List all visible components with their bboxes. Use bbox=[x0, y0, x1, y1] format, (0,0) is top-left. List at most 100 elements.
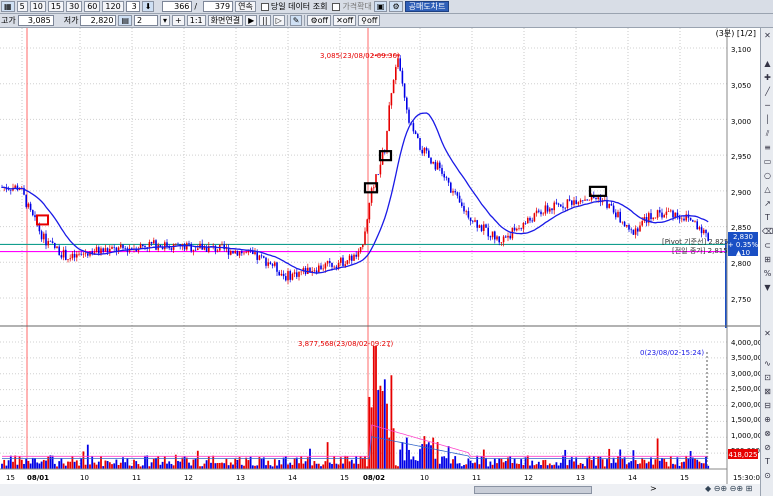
candle-body bbox=[564, 207, 566, 209]
scroll-up-icon[interactable]: ▲ bbox=[762, 58, 773, 69]
horizontal-line-icon[interactable]: ─ bbox=[762, 100, 773, 111]
candle-body bbox=[278, 271, 280, 276]
candle-body bbox=[540, 211, 542, 215]
stock-chart[interactable]: (3분) [1/2] 3,100 3,050 3,000 2,950 2,900… bbox=[0, 28, 760, 484]
volume-bar bbox=[291, 464, 294, 469]
toggle-off-button-3[interactable]: ⚲off bbox=[358, 15, 381, 26]
save-icon[interactable]: ▣ bbox=[373, 1, 388, 12]
volume-bar bbox=[179, 461, 182, 469]
volume-bar bbox=[410, 459, 413, 469]
tool-icon[interactable]: ⊙ bbox=[762, 470, 773, 481]
tool-icon[interactable]: ⊡ bbox=[762, 372, 773, 383]
eraser-icon[interactable]: ⌫ bbox=[762, 226, 773, 237]
rectangle-icon[interactable]: ▭ bbox=[762, 156, 773, 167]
volume-bar bbox=[216, 462, 219, 469]
candle-body bbox=[298, 271, 300, 277]
zoom-controls-icon[interactable]: ◆ ⊖⊕ ⊖⊕ ⊞ bbox=[705, 484, 752, 493]
step-button[interactable]: ▷ bbox=[272, 15, 285, 26]
period-select-icon[interactable]: ▦ bbox=[1, 1, 15, 12]
circle-icon[interactable]: ○ bbox=[762, 170, 773, 181]
volume-bar bbox=[58, 461, 61, 469]
candle-body bbox=[612, 205, 615, 213]
volume-bar bbox=[256, 465, 259, 469]
volume-bar bbox=[245, 457, 248, 469]
text-tool-icon[interactable]: T bbox=[762, 456, 773, 467]
wave-icon[interactable]: ∿ bbox=[762, 358, 773, 369]
today-data-checkbox[interactable] bbox=[260, 2, 269, 11]
horizontal-scrollbar[interactable] bbox=[474, 486, 592, 494]
split-select[interactable]: 2 bbox=[134, 15, 159, 26]
candle-body bbox=[403, 83, 406, 98]
toggle-off-button-2[interactable]: ✕off bbox=[333, 15, 357, 26]
candle-body bbox=[300, 271, 302, 273]
volume-bar bbox=[42, 459, 45, 469]
tool-icon[interactable]: ⊘ bbox=[762, 442, 773, 453]
continuous-button[interactable]: 연속 bbox=[235, 1, 256, 12]
settings-icon[interactable]: ⚙ bbox=[389, 1, 403, 12]
magnet-icon[interactable]: ⊂ bbox=[762, 240, 773, 251]
period-button-120[interactable]: 120 bbox=[102, 1, 124, 12]
down-arrow-icon[interactable]: ⬇ bbox=[141, 1, 155, 12]
candle-body bbox=[696, 221, 698, 230]
toggle-off-button-1[interactable]: ⚙off bbox=[307, 15, 332, 26]
volume-bar bbox=[467, 458, 470, 469]
candle-body bbox=[104, 248, 107, 252]
period-button-30[interactable]: 30 bbox=[66, 1, 83, 12]
screen-link-button[interactable]: 화면연결 bbox=[207, 15, 244, 26]
volume-bar bbox=[381, 390, 384, 469]
text-tool-icon[interactable]: T bbox=[762, 212, 773, 223]
period-button-15[interactable]: 15 bbox=[47, 1, 65, 12]
ruler-icon[interactable]: ⊞ bbox=[762, 254, 773, 265]
tool-icon[interactable]: ⊕ bbox=[762, 414, 773, 425]
fibonacci-icon[interactable]: ≡ bbox=[762, 142, 773, 153]
period-button-5[interactable]: 5 bbox=[16, 1, 28, 12]
candle-body bbox=[45, 233, 47, 246]
candle-body bbox=[588, 199, 591, 201]
interval-input[interactable]: 3 bbox=[125, 1, 140, 12]
one-to-one-button[interactable]: 1:1 bbox=[186, 15, 206, 26]
arrow-icon[interactable]: ↗ bbox=[762, 198, 773, 209]
pencil-icon[interactable]: ✎ bbox=[289, 15, 303, 26]
price-expand-checkbox[interactable] bbox=[332, 2, 341, 11]
short-chart-button[interactable]: 공매도차트 bbox=[404, 1, 450, 12]
volume-bar bbox=[557, 465, 560, 469]
volume-bar bbox=[9, 455, 12, 469]
tool-icon[interactable]: ⊗ bbox=[762, 428, 773, 439]
tool-icon[interactable]: ⊠ bbox=[762, 386, 773, 397]
volume-bar bbox=[586, 457, 589, 469]
close-icon[interactable]: ✕ bbox=[762, 30, 773, 41]
period-button-60[interactable]: 60 bbox=[84, 1, 101, 12]
split-dropdown-icon[interactable]: ▾ bbox=[160, 15, 171, 26]
scroll-right-icon[interactable]: > bbox=[650, 484, 657, 493]
pause-button[interactable]: || bbox=[259, 15, 271, 26]
candle-body bbox=[40, 231, 43, 240]
volume-bar bbox=[535, 464, 538, 469]
percent-icon[interactable]: % bbox=[762, 268, 773, 279]
volume-bar bbox=[683, 461, 685, 469]
zoom-in-button[interactable]: + bbox=[172, 15, 185, 26]
volume-bar bbox=[537, 461, 540, 469]
grid-layout-icon[interactable]: ▤ bbox=[118, 15, 133, 26]
count-input[interactable]: 366 bbox=[162, 1, 193, 12]
candle-body bbox=[496, 236, 498, 240]
tool-icon[interactable]: ⊟ bbox=[762, 400, 773, 411]
panel-close-icon[interactable]: ✕ bbox=[762, 328, 773, 339]
candle-body bbox=[76, 254, 78, 258]
play-button[interactable]: ▶ bbox=[245, 15, 258, 26]
channel-icon[interactable]: ⫽ bbox=[762, 128, 773, 139]
crosshair-icon[interactable]: ✚ bbox=[762, 72, 773, 83]
scroll-down-icon[interactable]: ▼ bbox=[762, 282, 773, 293]
volume-bar bbox=[610, 463, 613, 469]
candle-body bbox=[553, 202, 555, 211]
volume-bar bbox=[172, 465, 175, 469]
trendline-icon[interactable]: ╱ bbox=[762, 86, 773, 97]
volume-bar bbox=[192, 459, 195, 469]
candle-body bbox=[472, 221, 474, 222]
triangle-icon[interactable]: △ bbox=[762, 184, 773, 195]
volume-bar bbox=[606, 459, 608, 469]
candle-body bbox=[223, 244, 225, 250]
time-tick: 15 bbox=[340, 474, 349, 482]
period-button-10[interactable]: 10 bbox=[29, 1, 46, 12]
vertical-line-icon[interactable]: │ bbox=[762, 114, 773, 125]
volume-bar bbox=[581, 463, 584, 469]
